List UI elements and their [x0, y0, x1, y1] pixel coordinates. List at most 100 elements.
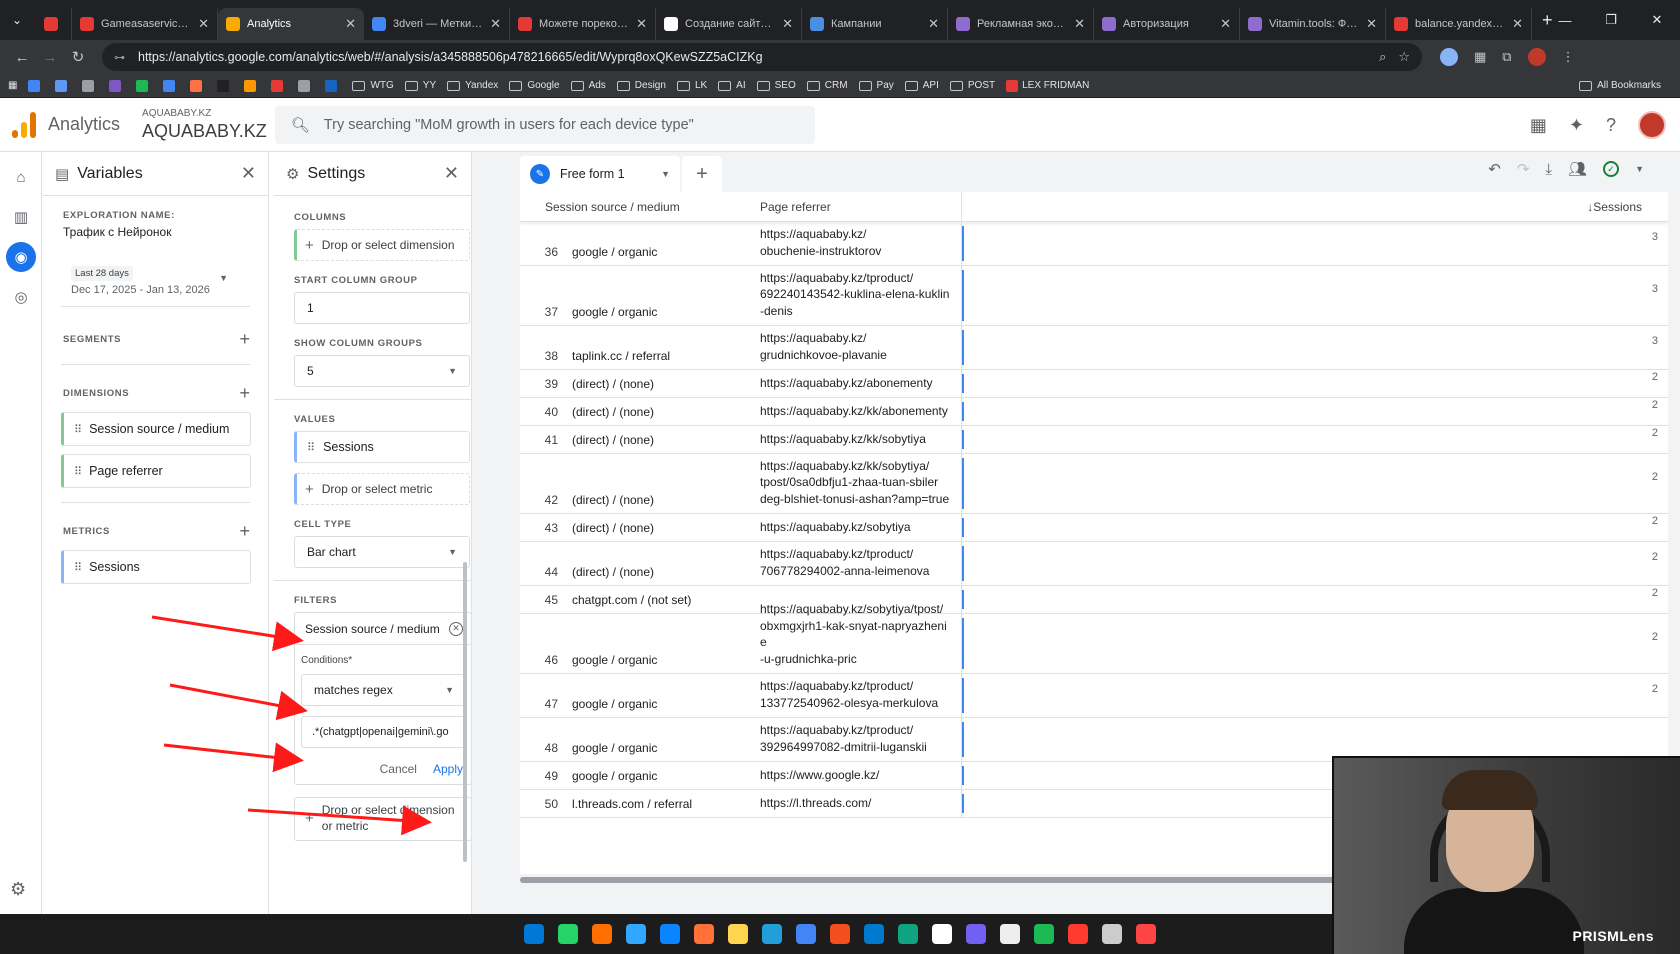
apps-icon[interactable]: ▦: [8, 80, 17, 91]
add-tab-button[interactable]: +: [682, 156, 722, 192]
avatar[interactable]: [1638, 111, 1666, 139]
status-caret-icon[interactable]: ▼: [1635, 164, 1644, 174]
extension-icon[interactable]: ▦: [1474, 49, 1486, 65]
taskbar-app-icon[interactable]: [524, 924, 544, 944]
dimension-chip[interactable]: ⠿ Page referrer: [61, 454, 251, 488]
bookmark-folder[interactable]: API: [904, 80, 939, 92]
bookmark-icon-1[interactable]: [28, 79, 44, 92]
bookmark-icon-10[interactable]: [271, 79, 287, 92]
tab-free-form[interactable]: ✎ Free form 1 ▼: [520, 156, 680, 192]
taskbar-app-icon[interactable]: [864, 924, 884, 944]
column-header-referrer[interactable]: Page referrer: [746, 192, 962, 222]
browser-tab[interactable]: Vitamin.tools: Финанс ✕: [1240, 8, 1386, 40]
browser-tab[interactable]: [36, 8, 72, 40]
tab-menu-caret-icon[interactable]: ▼: [661, 169, 670, 179]
close-tab-icon[interactable]: ✕: [1366, 16, 1377, 32]
table-row[interactable]: 43 (direct) / (none) https://aquababy.kz/s…: [520, 514, 1668, 542]
browser-tab[interactable]: Gameasaservice - Bor ✕: [72, 8, 218, 40]
browser-tab[interactable]: Кампании ✕: [802, 8, 948, 40]
browser-tab[interactable]: 3dveri — Метки UTM ✕: [364, 8, 510, 40]
table-row[interactable]: 42 (direct) / (none) https://aquababy.kz/k…: [520, 454, 1668, 514]
browser-tab[interactable]: Можете порекоменд ✕: [510, 8, 656, 40]
taskbar-app-icon[interactable]: [966, 924, 986, 944]
browser-tab[interactable]: Авторизация ✕: [1094, 8, 1240, 40]
close-tab-icon[interactable]: ✕: [1220, 16, 1231, 32]
taskbar-app-icon[interactable]: [1068, 924, 1088, 944]
exploration-name-input[interactable]: Трафик с Нейронок: [63, 225, 248, 239]
bookmark-icon-5[interactable]: [136, 79, 152, 92]
undo-icon[interactable]: ↶: [1488, 160, 1501, 178]
drag-handle-icon[interactable]: ⠿: [307, 441, 315, 454]
bookmark-icon-3[interactable]: [82, 79, 98, 92]
share-icon[interactable]: 👥︎: [1568, 160, 1587, 178]
browser-tab[interactable]: Analytics ✕: [218, 8, 364, 40]
table-row[interactable]: 47 google / organic https://aquababy.kz/tp…: [520, 674, 1668, 718]
extensions-puzzle-icon[interactable]: ⧉: [1502, 49, 1511, 65]
admin-gear-icon[interactable]: ⚙: [10, 879, 26, 900]
taskbar-app-icon[interactable]: [796, 924, 816, 944]
column-header-sessions[interactable]: ↓Sessions: [962, 200, 1668, 214]
bookmark-icon-4[interactable]: [109, 79, 125, 92]
add-segment-icon[interactable]: +: [239, 329, 250, 350]
close-tab-icon[interactable]: ✕: [1074, 16, 1085, 32]
close-tab-icon[interactable]: ✕: [636, 16, 647, 32]
reload-icon[interactable]: ↻: [64, 48, 92, 66]
bookmark-icon-12[interactable]: [325, 79, 341, 92]
table-row[interactable]: 41 (direct) / (none) https://aquababy.kz/k…: [520, 426, 1668, 454]
bookmark-icon-6[interactable]: [163, 79, 179, 92]
table-row[interactable]: 36 google / organic https://aquababy.kz/ob…: [520, 222, 1668, 266]
apply-button[interactable]: Apply: [433, 762, 463, 776]
reports-icon[interactable]: ▥: [6, 202, 36, 232]
drag-handle-icon[interactable]: ⠿: [74, 561, 82, 574]
filters-dropzone[interactable]: + Drop or select dimension or metric: [294, 797, 471, 841]
settings-scrollbar[interactable]: [463, 562, 467, 862]
filter-dimension[interactable]: Session source / medium ✕: [295, 613, 471, 645]
taskbar-app-icon[interactable]: [728, 924, 748, 944]
bookmark-folder[interactable]: Design: [616, 80, 666, 92]
bookmark-icon-9[interactable]: [244, 79, 260, 92]
bookmark-folder[interactable]: CRM: [806, 80, 848, 92]
regex-expression-input[interactable]: .*(chatgpt|openai|gemini\.go: [301, 716, 465, 748]
bookmark-icon-2[interactable]: [55, 79, 71, 92]
start-column-group-input[interactable]: 1: [294, 292, 470, 324]
taskbar-app-icon[interactable]: [1136, 924, 1156, 944]
bookmark-icon-11[interactable]: [298, 79, 314, 92]
table-row[interactable]: 46 google / organic https://aquababy.kz/so…: [520, 602, 1668, 674]
bookmark-folder[interactable]: Pay: [858, 80, 894, 92]
redo-icon[interactable]: ↷: [1517, 160, 1530, 178]
account-picker[interactable]: AQUABABY.KZ AQUABABY.KZ: [142, 109, 267, 141]
table-row[interactable]: 38 taplink.cc / referral https://aquababy.…: [520, 326, 1668, 370]
bookmark-folder[interactable]: Google: [509, 80, 560, 92]
close-variables-icon[interactable]: ✕: [241, 163, 256, 184]
status-check-icon[interactable]: ✓: [1603, 161, 1620, 177]
close-tab-icon[interactable]: ✕: [345, 16, 356, 32]
remove-filter-icon[interactable]: ✕: [449, 621, 463, 636]
bookmark-folder[interactable]: AI: [718, 80, 746, 92]
column-header-source[interactable]: Session source / medium: [520, 200, 746, 214]
drag-handle-icon[interactable]: ⠿: [74, 465, 82, 478]
taskbar-app-icon[interactable]: [558, 924, 578, 944]
bookmark-folder[interactable]: Yandex: [447, 80, 498, 92]
apps-grid-icon[interactable]: ▦: [1530, 115, 1547, 136]
show-column-groups-select[interactable]: 5 ▼: [294, 355, 470, 387]
bookmark-folder[interactable]: Ads: [570, 80, 606, 92]
search-input[interactable]: 🔍︎ Try searching "MoM growth in users fo…: [274, 105, 815, 144]
close-tab-icon[interactable]: ✕: [1512, 16, 1523, 32]
taskbar-app-icon[interactable]: [932, 924, 952, 944]
taskbar-app-icon[interactable]: [660, 924, 680, 944]
taskbar-app-icon[interactable]: [626, 924, 646, 944]
profile-avatar[interactable]: [1527, 48, 1546, 66]
value-chip[interactable]: ⠿ Sessions: [294, 431, 470, 463]
help-icon[interactable]: ?: [1606, 115, 1616, 136]
close-tab-icon[interactable]: ✕: [490, 16, 501, 32]
taskbar-app-icon[interactable]: [1000, 924, 1020, 944]
taskbar-app-icon[interactable]: [1034, 924, 1054, 944]
cell-type-select[interactable]: Bar chart ▼: [294, 536, 470, 568]
close-tab-icon[interactable]: ✕: [198, 16, 209, 32]
browser-tab[interactable]: balance.yandex.ru/rep ✕: [1386, 8, 1532, 40]
tab-search-icon[interactable]: ⌄: [4, 7, 30, 33]
dimension-chip[interactable]: ⠿ Session source / medium: [61, 412, 251, 446]
bookmark-folder[interactable]: POST: [949, 80, 995, 92]
zoom-icon[interactable]: ⌕: [1379, 49, 1386, 65]
match-type-select[interactable]: matches regex ▼: [301, 674, 465, 706]
